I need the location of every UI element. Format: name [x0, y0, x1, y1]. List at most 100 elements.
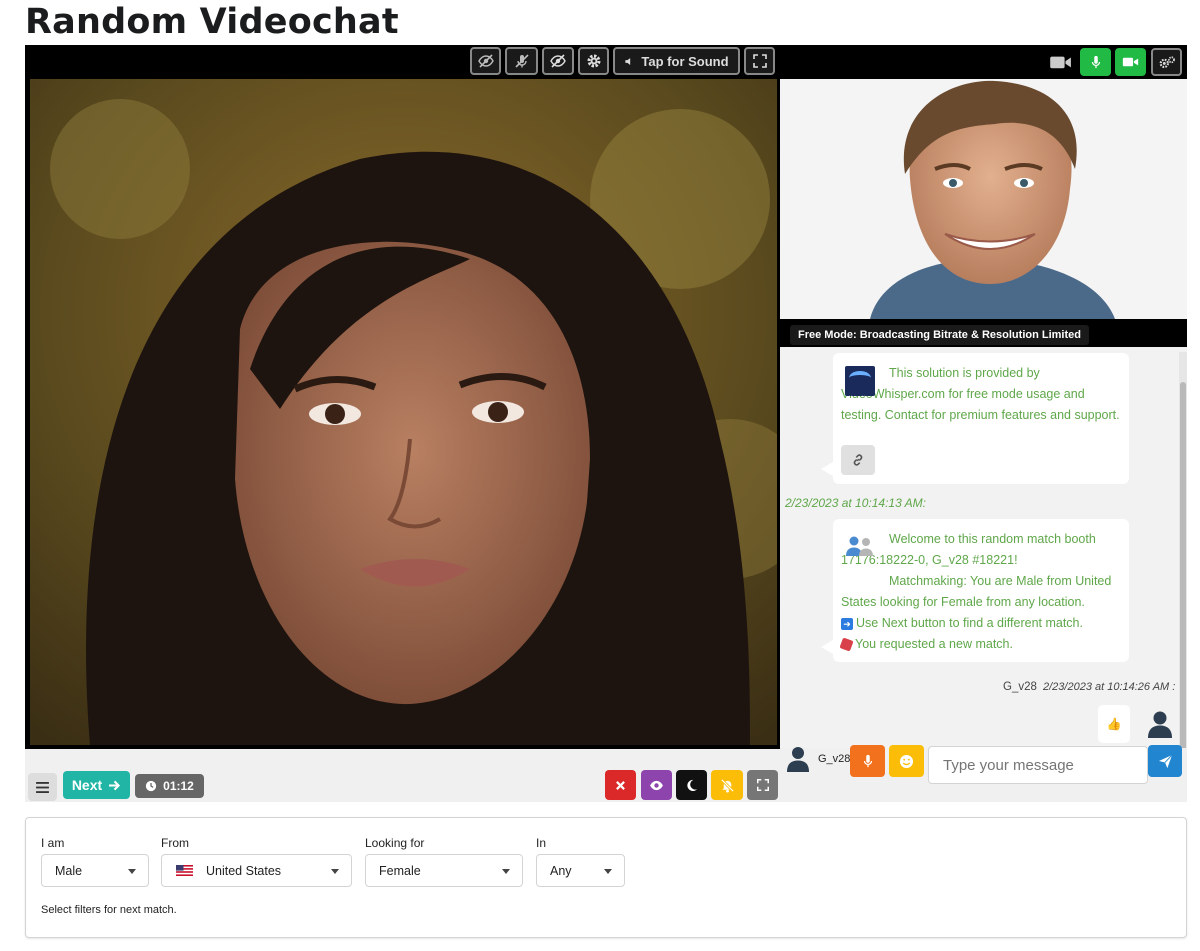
- self-video: Free Mode: Broadcasting Bitrate & Resolu…: [780, 79, 1187, 347]
- next-button-label: Next: [71, 777, 103, 793]
- chat-scrollbar-thumb[interactable]: [1180, 382, 1186, 748]
- volume-icon: [625, 57, 631, 65]
- us-flag-icon: [176, 865, 193, 876]
- welcome-message-line4-row: You requested a new match.: [839, 634, 1121, 655]
- free-mode-badge: Free Mode: Broadcasting Bitrate & Resolu…: [790, 325, 1089, 345]
- in-label: In: [536, 836, 547, 850]
- fullscreen-button[interactable]: [744, 47, 775, 75]
- welcome-message-line4: You requested a new match.: [855, 637, 1013, 651]
- from-select[interactable]: United States: [161, 854, 352, 887]
- welcome-message-line3-row: ➜ Use Next button to find a different ma…: [841, 613, 1121, 634]
- video-controls-bar: Next 01:12: [25, 749, 780, 802]
- settings-icon: [1159, 55, 1175, 68]
- send-icon: [1158, 754, 1172, 768]
- chat-input-bar: G_v28: [780, 745, 1187, 802]
- close-icon: [616, 780, 625, 790]
- match-filters-panel: I am Male From United States Looking for…: [25, 817, 1187, 938]
- chat-panel: VideoWhisper This solution is provided b…: [780, 348, 1187, 748]
- users-icon: [846, 536, 873, 556]
- tap-for-sound-button[interactable]: Tap for Sound: [613, 47, 740, 75]
- hide-self-video-button[interactable]: [542, 47, 574, 75]
- chat-sender-name: G_v28: [1003, 681, 1037, 693]
- thumbs-up-icon: 👍: [1106, 717, 1122, 731]
- tap-for-sound-label: Tap for Sound: [641, 53, 729, 69]
- chat-sender-timestamp: 2/23/2023 at 10:14:26 AM :: [1043, 681, 1176, 693]
- visibility-button[interactable]: [641, 770, 672, 800]
- video-icon: [1122, 57, 1139, 67]
- welcome-message-line3: Use Next button to find a different matc…: [856, 616, 1083, 630]
- looking-for-select[interactable]: Female: [365, 854, 523, 887]
- page-title: Random Videochat: [25, 2, 399, 42]
- i-am-label: I am: [41, 836, 65, 850]
- camera-icon: [1050, 56, 1071, 69]
- chat-message-provider: VideoWhisper This solution is provided b…: [821, 353, 1129, 484]
- videowhisper-logo: VideoWhisper: [845, 366, 875, 396]
- menu-button[interactable]: [28, 773, 57, 801]
- chat-message-welcome: Welcome to this random match booth 17176…: [821, 519, 1129, 662]
- arrow-right-icon: [109, 780, 121, 790]
- mute-remote-audio-button[interactable]: [505, 47, 538, 75]
- microphone-toggle-button[interactable]: [1080, 48, 1111, 76]
- dice-icon: [839, 637, 854, 652]
- welcome-message-line2: Matchmaking: You are Male from United St…: [841, 574, 1112, 609]
- chat-message-input[interactable]: [928, 746, 1148, 784]
- arrow-right-icon: ➜: [841, 617, 853, 630]
- microphone-icon: [863, 754, 872, 768]
- top-toolbar: Tap for Sound: [25, 45, 1187, 79]
- eye-slash-icon: [550, 54, 566, 68]
- chat-link-button[interactable]: [841, 445, 875, 475]
- chevron-down-icon: [604, 869, 612, 874]
- reaction-bubble: 👍: [1098, 705, 1130, 743]
- looking-for-value: Female: [379, 863, 421, 878]
- dark-mode-button[interactable]: [676, 770, 707, 800]
- voice-message-button[interactable]: [850, 745, 885, 777]
- call-timer-value: 01:12: [163, 779, 194, 793]
- remote-person-image: [30, 79, 777, 745]
- from-label: From: [161, 836, 189, 850]
- close-button[interactable]: [605, 770, 636, 800]
- eye-icon: [650, 780, 663, 790]
- smile-icon: [899, 754, 914, 768]
- chat-scrollbar[interactable]: [1179, 352, 1187, 748]
- chevron-down-icon: [128, 869, 136, 874]
- eye-slash-icon: [477, 54, 494, 68]
- remote-video-frame: [30, 79, 777, 745]
- next-button[interactable]: Next: [63, 771, 130, 799]
- in-select[interactable]: Any: [536, 854, 625, 887]
- looking-for-label: Looking for: [365, 836, 425, 850]
- clock-icon: [145, 780, 157, 792]
- microphone-icon: [1091, 55, 1100, 69]
- emoji-button[interactable]: [889, 745, 924, 777]
- chevron-down-icon: [331, 869, 339, 874]
- bell-slash-icon: [720, 778, 734, 793]
- from-value: United States: [206, 863, 282, 878]
- video-toggle-button[interactable]: [1115, 48, 1146, 76]
- call-timer: 01:12: [135, 774, 204, 798]
- fullscreen-icon: [752, 54, 767, 68]
- user-avatar-icon: [1148, 711, 1172, 738]
- filters-hint: Select filters for next match.: [41, 904, 177, 916]
- hide-remote-video-button[interactable]: [470, 47, 501, 75]
- camera-toggle-button[interactable]: [1047, 48, 1075, 76]
- gear-icon: [587, 54, 600, 68]
- chevron-down-icon: [502, 869, 510, 874]
- moon-icon: [687, 779, 698, 791]
- i-am-select[interactable]: Male: [41, 854, 149, 887]
- send-message-button[interactable]: [1148, 745, 1182, 777]
- settings-button[interactable]: [578, 47, 609, 75]
- chat-input-username: G_v28: [818, 753, 851, 765]
- user-avatar-icon: [787, 747, 809, 772]
- provider-message-text: This solution is provided by VideoWhispe…: [841, 366, 1120, 422]
- menu-icon: [36, 781, 49, 793]
- in-value: Any: [550, 863, 572, 878]
- notifications-button[interactable]: [711, 770, 743, 800]
- i-am-value: Male: [55, 863, 83, 878]
- chat-timestamp: 2/23/2023 at 10:14:13 AM:: [785, 496, 926, 510]
- mic-slash-icon: [514, 54, 529, 68]
- fullscreen-toggle-button[interactable]: [747, 770, 778, 800]
- media-settings-button[interactable]: [1151, 48, 1182, 76]
- link-icon: [853, 454, 863, 466]
- remote-video: [25, 79, 780, 749]
- fullscreen-icon: [756, 779, 769, 791]
- self-person-image: [780, 79, 1187, 319]
